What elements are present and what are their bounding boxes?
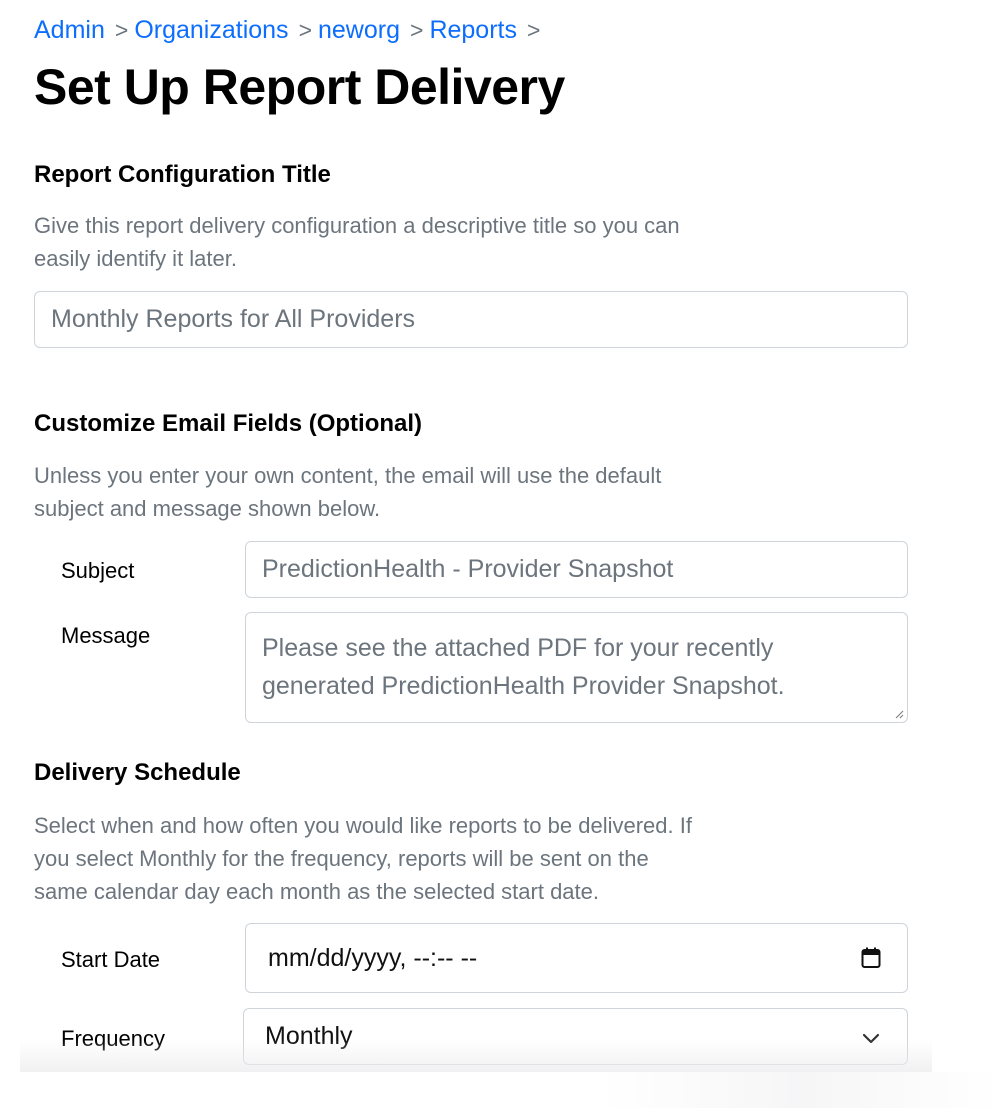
email-help-line: subject and message shown below. xyxy=(34,496,381,521)
subject-label: Subject xyxy=(61,558,135,583)
breadcrumb-separator: > xyxy=(114,17,129,43)
breadcrumb-separator: > xyxy=(298,17,312,43)
schedule-help-line: Select when and how often you would like… xyxy=(34,813,692,838)
frequency-value: Monthly xyxy=(265,1022,353,1050)
message-textarea[interactable]: Please see the attached PDF for your rec… xyxy=(245,612,908,723)
config-help-text: Give this report delivery configuration … xyxy=(34,209,814,275)
schedule-help-line: you select Monthly for the frequency, re… xyxy=(34,846,649,871)
frequency-label: Frequency xyxy=(61,1026,165,1051)
breadcrumb-reports[interactable]: Reports xyxy=(429,16,517,45)
start-date-label: Start Date xyxy=(61,947,161,972)
breadcrumb-admin[interactable]: Admin xyxy=(34,16,105,45)
start-date-input[interactable]: mm/dd/yyyy, --:-- -- xyxy=(245,923,908,993)
schedule-section-title: Delivery Schedule xyxy=(34,759,241,786)
email-help-line: Unless you enter your own content, the e… xyxy=(34,463,662,488)
config-section-title: Report Configuration Title xyxy=(34,161,331,188)
page-title: Set Up Report Delivery xyxy=(34,59,565,115)
resize-grip-icon[interactable] xyxy=(894,709,904,719)
start-date-value: mm/dd/yyyy, --:-- -- xyxy=(268,943,478,972)
message-line: generated PredictionHealth Provider Snap… xyxy=(262,672,785,700)
config-help-line: Give this report delivery configuration … xyxy=(34,213,680,238)
message-label: Message xyxy=(61,623,151,648)
page-bottom-fade xyxy=(0,1072,1002,1108)
calendar-icon[interactable] xyxy=(861,947,881,969)
email-help-text: Unless you enter your own content, the e… xyxy=(34,459,814,525)
breadcrumb: Admin > Organizations > neworg > Reports… xyxy=(34,16,546,45)
schedule-help-line: same calendar day each month as the sele… xyxy=(34,879,599,904)
config-help-line: easily identify it later. xyxy=(34,246,237,271)
frequency-select[interactable]: Monthly xyxy=(243,1008,908,1065)
chevron-down-icon[interactable] xyxy=(861,1032,881,1046)
report-title-input[interactable]: Monthly Reports for All Providers xyxy=(34,291,908,348)
breadcrumb-separator: > xyxy=(526,17,541,43)
breadcrumb-organizations[interactable]: Organizations xyxy=(134,16,288,45)
breadcrumb-separator: > xyxy=(410,17,424,43)
message-line: Please see the attached PDF for your rec… xyxy=(262,634,774,662)
email-section-title: Customize Email Fields (Optional) xyxy=(34,410,423,437)
schedule-help-text: Select when and how often you would like… xyxy=(34,809,814,908)
breadcrumb-neworg[interactable]: neworg xyxy=(318,16,400,45)
subject-input[interactable]: PredictionHealth - Provider Snapshot xyxy=(245,541,908,598)
